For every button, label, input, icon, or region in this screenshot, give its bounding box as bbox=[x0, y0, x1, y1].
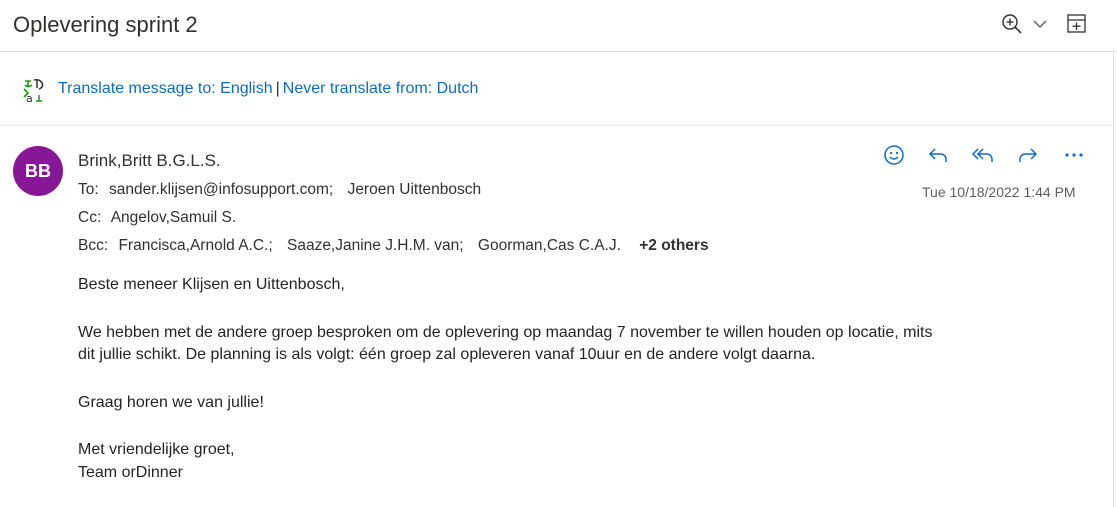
translate-bar: a Translate message to: English | Never tr… bbox=[0, 52, 1113, 126]
bcc-recipient[interactable]: Saaze,Janine J.H.M. van; bbox=[287, 237, 464, 254]
to-label: To: bbox=[78, 181, 99, 198]
body-paragraph: Graag horen we van jullie! bbox=[78, 393, 264, 411]
bcc-more-link[interactable]: +2 others bbox=[639, 237, 708, 254]
bcc-label: Bcc: bbox=[78, 237, 109, 254]
to-recipient[interactable]: sander.klijsen@infosupport.com; bbox=[109, 181, 333, 198]
chevron-down-icon[interactable] bbox=[1031, 14, 1049, 34]
sender-name[interactable]: Brink,Britt B.G.L.S. bbox=[78, 151, 221, 171]
body-closing: Met vriendelijke groet, bbox=[78, 441, 235, 458]
popout-icon[interactable] bbox=[1066, 13, 1088, 35]
body-paragraph-line: We hebben met de andere groep besproken … bbox=[78, 323, 933, 341]
message-body: Beste meneer Klijsen en Uittenbosch, We … bbox=[78, 274, 1088, 484]
cc-label: Cc: bbox=[78, 209, 102, 226]
message-subject: Oplevering sprint 2 bbox=[13, 12, 198, 37]
reading-pane-border bbox=[1113, 52, 1114, 507]
body-greeting: Beste meneer Klijsen en Uittenbosch, bbox=[78, 276, 345, 293]
sent-date: Tue 10/18/2022 1:44 PM bbox=[922, 184, 1076, 200]
body-paragraph-line: dit jullie schikt. De planning is als vo… bbox=[78, 346, 816, 363]
never-translate-link[interactable]: Never translate from: Dutch bbox=[283, 80, 479, 97]
translate-separator: | bbox=[275, 80, 280, 97]
bcc-line: Bcc: Francisca,Arnold A.C.; Saaze,Janine… bbox=[78, 237, 709, 255]
body-paragraph: We hebben met de andere groep besproken … bbox=[78, 322, 1088, 367]
to-recipient[interactable]: Jeroen Uittenbosch bbox=[348, 181, 482, 198]
translate-options: Translate message to: English | Never tran… bbox=[58, 80, 478, 98]
cc-line: Cc: Angelov,Samuil S. bbox=[78, 209, 246, 227]
reply-icon[interactable] bbox=[926, 143, 950, 167]
translate-icon: a bbox=[22, 77, 48, 105]
zoom-icon[interactable] bbox=[1000, 12, 1024, 36]
more-icon[interactable] bbox=[1062, 143, 1086, 167]
reply-all-icon[interactable] bbox=[971, 143, 995, 167]
bcc-recipient[interactable]: Goorman,Cas C.A.J. bbox=[478, 237, 621, 254]
forward-icon[interactable] bbox=[1016, 143, 1040, 167]
body-signature: Team orDinner bbox=[78, 463, 183, 481]
translate-message-link[interactable]: Translate message to: English bbox=[58, 80, 273, 97]
cc-recipient[interactable]: Angelov,Samuil S. bbox=[111, 209, 237, 226]
to-line: To: sander.klijsen@infosupport.com; Jero… bbox=[78, 181, 491, 199]
avatar[interactable]: BB bbox=[13, 146, 63, 196]
bcc-recipient[interactable]: Francisca,Arnold A.C.; bbox=[118, 237, 272, 254]
emoji-icon[interactable] bbox=[882, 143, 906, 167]
svg-text:a: a bbox=[26, 92, 33, 103]
subject-bar: Oplevering sprint 2 bbox=[0, 0, 1117, 52]
